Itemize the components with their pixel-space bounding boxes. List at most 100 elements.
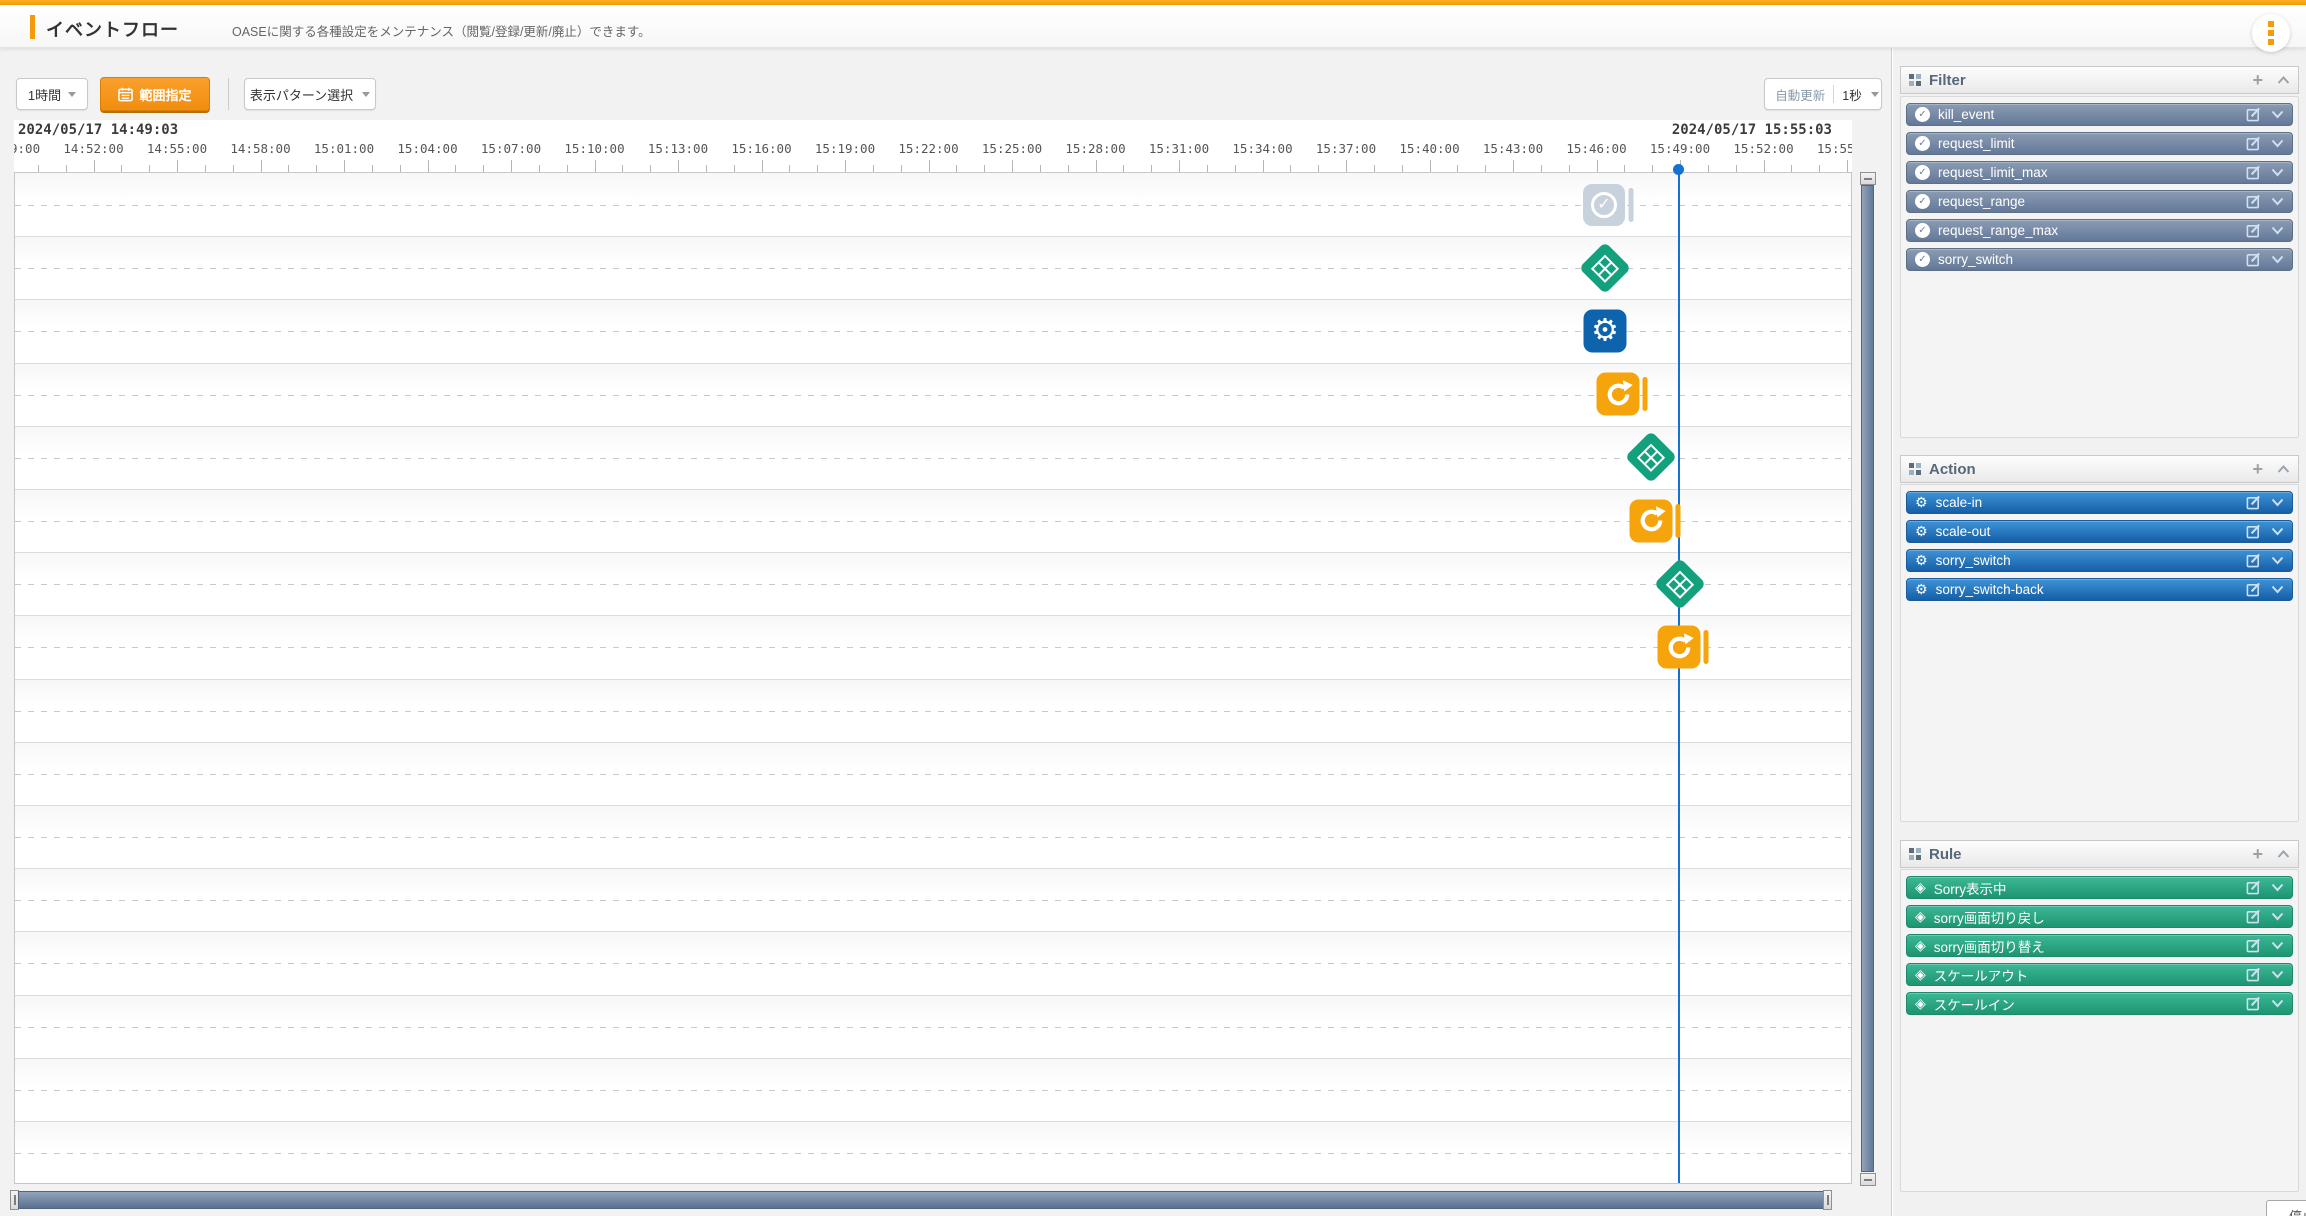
edit-icon[interactable] [2246,136,2261,151]
event-refresh-icon[interactable] [1630,499,1673,542]
horizontal-range-slider[interactable] [10,1190,1832,1210]
edit-icon[interactable] [2246,194,2261,209]
event-refresh-icon[interactable] [1658,626,1701,669]
chevron-down-icon[interactable] [2271,197,2284,206]
rule-item[interactable]: ◈sorry画面切り替え [1906,934,2293,957]
tick-mark [706,165,707,172]
tick-mark [1096,160,1097,172]
edit-icon[interactable] [2246,996,2261,1011]
tick-mark [901,165,902,172]
rule-item[interactable]: ◈Sorry表示中 [1906,876,2293,899]
chevron-down-icon[interactable] [2271,970,2284,979]
auto-update-control[interactable]: 自動更新 1秒 [1764,78,1882,110]
rule-item[interactable]: ◈スケールアウト [1906,963,2293,986]
row-dashed-line [15,1027,1851,1028]
item-actions [2246,582,2284,597]
edit-icon[interactable] [2246,582,2261,597]
edit-icon[interactable] [2246,880,2261,895]
tick-mark [455,165,456,172]
tick-mark [845,160,846,172]
filter-item[interactable]: ✓sorry_switch [1906,248,2293,271]
tick-mark [1847,160,1848,172]
chevron-down-icon[interactable] [2271,941,2284,950]
event-check-icon[interactable]: ✓ [1583,184,1625,226]
event-refresh-icon[interactable] [1597,373,1640,416]
kebab-menu-icon[interactable] [2252,14,2290,52]
chevron-down-icon[interactable] [2271,255,2284,264]
vertical-scrollbar-top-grip[interactable] [1860,172,1876,185]
tick-label: 15:13:00 [648,141,708,156]
horizontal-slider-right-grip[interactable] [1823,1190,1832,1210]
chevron-up-icon[interactable] [2277,850,2290,859]
tick-mark [1179,160,1180,172]
sidebar: Filter+✓kill_event✓request_limit✓request… [1891,46,2306,1216]
stop-button[interactable]: 停止 [2266,1200,2306,1216]
edit-icon[interactable] [2246,967,2261,982]
gear-icon: ⚙ [1915,525,1928,539]
vertical-scrollbar[interactable] [1860,172,1876,1186]
filter-item[interactable]: ✓request_limit [1906,132,2293,155]
tick-label: 15:07:00 [481,141,541,156]
tick-label: 15:43:00 [1483,141,1543,156]
action-item[interactable]: ⚙scale-in [1906,491,2293,514]
chevron-down-icon[interactable] [2271,527,2284,536]
top-accent-bar [0,0,2306,5]
tick-label: 15:46:00 [1566,141,1626,156]
filter-item[interactable]: ✓request_limit_max [1906,161,2293,184]
panel-collapse-button[interactable] [2277,850,2290,859]
filter-item[interactable]: ✓request_range_max [1906,219,2293,242]
edit-icon[interactable] [2246,553,2261,568]
panel-grid-icon [1909,74,1921,86]
row-dashed-line [15,774,1851,775]
event-plot-area[interactable]: ✓⚙ [14,172,1852,1184]
chevron-down-icon[interactable] [2271,498,2284,507]
edit-icon[interactable] [2246,165,2261,180]
time-range-select[interactable]: 1時間 [16,78,88,110]
chevron-down-icon[interactable] [2271,883,2284,892]
chevron-down-icon[interactable] [2271,999,2284,1008]
panel-add-button[interactable]: + [2252,460,2263,478]
range-spec-button[interactable]: 範囲指定 [100,77,210,111]
chevron-down-icon[interactable] [2271,139,2284,148]
rule-item[interactable]: ◈sorry画面切り戻し [1906,905,2293,928]
filter-item[interactable]: ✓request_range [1906,190,2293,213]
vertical-scrollbar-bar[interactable] [1861,185,1874,1172]
edit-icon[interactable] [2246,938,2261,953]
action-item-label: sorry_switch-back [1936,582,2246,597]
edit-icon[interactable] [2246,252,2261,267]
row-dashed-line [15,331,1851,332]
panel-collapse-button[interactable] [2277,76,2290,85]
chevron-down-icon [362,92,370,97]
event-action-gear-icon[interactable]: ⚙ [1584,310,1627,353]
edit-icon[interactable] [2246,223,2261,238]
chevron-down-icon[interactable] [2271,556,2284,565]
chevron-down-icon[interactable] [2271,226,2284,235]
plot-row [15,489,1851,552]
chevron-down-icon[interactable] [2271,912,2284,921]
chevron-up-icon[interactable] [2277,76,2290,85]
display-pattern-select[interactable]: 表示パターン選択 [244,78,376,110]
action-item[interactable]: ⚙sorry_switch [1906,549,2293,572]
action-item[interactable]: ⚙sorry_switch-back [1906,578,2293,601]
item-actions [2246,252,2284,267]
check-circle-icon: ✓ [1915,107,1930,122]
panel-collapse-button[interactable] [2277,465,2290,474]
rule-item[interactable]: ◈スケールイン [1906,992,2293,1015]
panel-add-button[interactable]: + [2252,71,2263,89]
action-item[interactable]: ⚙scale-out [1906,520,2293,543]
tick-mark [1235,165,1236,172]
edit-icon[interactable] [2246,524,2261,539]
chevron-down-icon[interactable] [2271,585,2284,594]
chevron-down-icon[interactable] [2271,168,2284,177]
chevron-up-icon[interactable] [2277,465,2290,474]
edit-icon[interactable] [2246,909,2261,924]
horizontal-slider-bar[interactable] [18,1191,1824,1209]
vertical-scrollbar-bottom-grip[interactable] [1860,1173,1876,1186]
edit-icon[interactable] [2246,107,2261,122]
diamond-icon: ◈ [1915,939,1926,953]
edit-icon[interactable] [2246,495,2261,510]
panel-add-button[interactable]: + [2252,845,2263,863]
tick-mark [1569,165,1570,172]
filter-item[interactable]: ✓kill_event [1906,103,2293,126]
chevron-down-icon[interactable] [2271,110,2284,119]
